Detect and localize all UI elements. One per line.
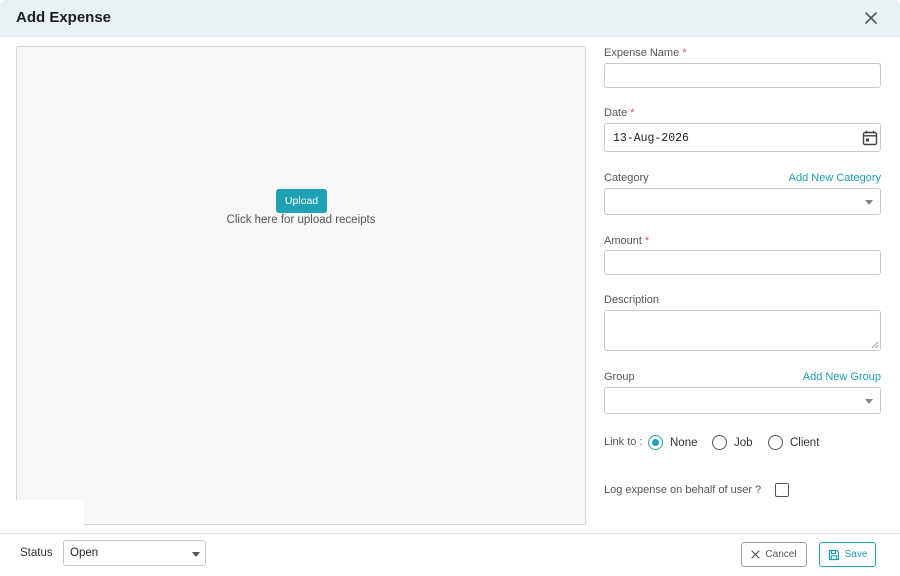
amount-label-text: Amount xyxy=(604,235,642,247)
modal-footer: Status Open Cancel Save xyxy=(0,533,900,576)
radio-none[interactable] xyxy=(648,435,663,450)
group-label: Group xyxy=(604,371,635,383)
receipt-drop-zone[interactable]: Upload Click here for upload receipts xyxy=(16,46,586,525)
date-value: 13-Aug-2026 xyxy=(613,132,689,145)
date-label: Date * xyxy=(604,107,635,119)
group-select[interactable] xyxy=(604,387,881,414)
amount-label: Amount * xyxy=(604,235,649,247)
add-expense-modal: Add Expense Upload Click here for upload… xyxy=(0,0,900,576)
upload-button[interactable]: Upload xyxy=(276,189,327,213)
upload-hint: Click here for upload receipts xyxy=(226,214,376,226)
add-new-group-link[interactable]: Add New Group xyxy=(760,371,881,383)
add-new-category-link[interactable]: Add New Category xyxy=(740,172,881,184)
save-button-label: Save xyxy=(844,549,868,560)
cancel-button-label: Cancel xyxy=(765,549,797,560)
category-label: Category xyxy=(604,172,649,184)
radio-job[interactable] xyxy=(712,435,727,450)
category-select[interactable] xyxy=(604,188,881,215)
amount-input[interactable] xyxy=(604,250,881,275)
modal-title: Add Expense xyxy=(16,9,112,26)
description-label: Description xyxy=(604,294,660,306)
required-mark: * xyxy=(682,47,687,59)
chevron-down-icon xyxy=(865,399,873,404)
radio-job-label[interactable]: Job xyxy=(734,437,753,449)
radio-none-label[interactable]: None xyxy=(670,437,698,449)
cancel-button[interactable]: Cancel xyxy=(741,542,807,567)
required-mark: * xyxy=(630,107,635,119)
chevron-down-icon xyxy=(192,552,200,557)
link-to-label: Link to : xyxy=(604,436,643,448)
close-icon xyxy=(751,550,761,559)
blank-overlay xyxy=(0,500,84,533)
status-select[interactable]: Open xyxy=(63,540,206,566)
radio-client[interactable] xyxy=(768,435,783,450)
behalf-checkbox[interactable] xyxy=(775,483,789,497)
status-label: Status xyxy=(20,547,53,559)
save-button[interactable]: Save xyxy=(819,542,876,567)
expense-name-input[interactable] xyxy=(604,63,881,88)
required-mark: * xyxy=(644,235,650,247)
date-input[interactable]: 13-Aug-2026 xyxy=(604,123,881,152)
radio-client-label[interactable]: Client xyxy=(790,437,819,449)
calendar-icon[interactable] xyxy=(862,130,878,146)
modal-header: Add Expense xyxy=(0,0,900,37)
description-textarea[interactable] xyxy=(604,310,881,351)
chevron-down-icon xyxy=(865,200,873,205)
behalf-label: Log expense on behalf of user ? xyxy=(604,484,762,496)
close-icon[interactable] xyxy=(862,9,880,27)
expense-name-label-text: Expense Name xyxy=(604,47,680,59)
save-icon xyxy=(828,549,839,560)
expense-name-label: Expense Name * xyxy=(604,47,687,59)
date-label-text: Date xyxy=(604,107,628,119)
status-value: Open xyxy=(70,547,99,559)
